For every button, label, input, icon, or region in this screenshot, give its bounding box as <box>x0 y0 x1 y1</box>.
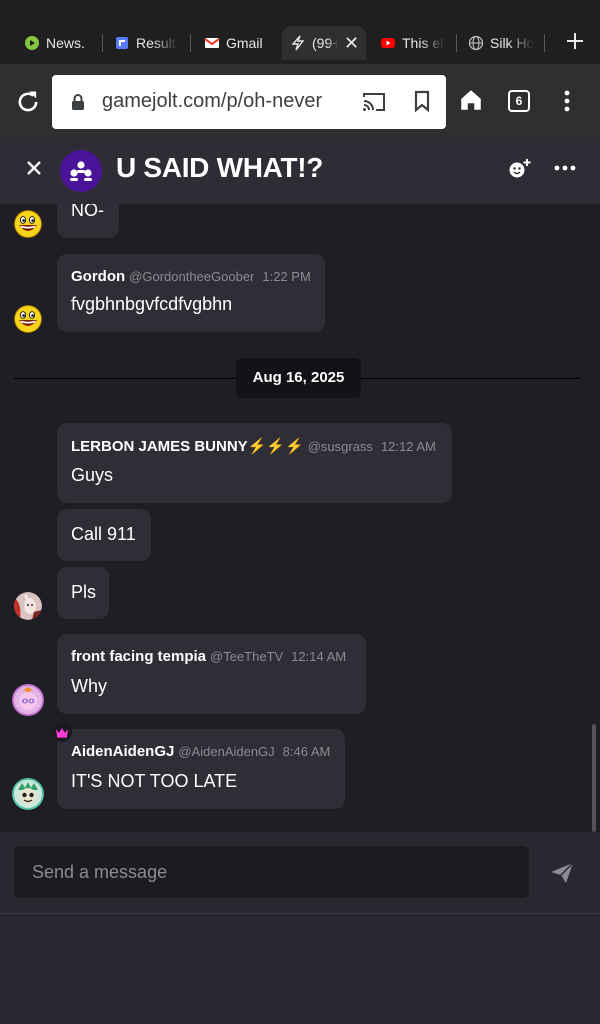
message-header: LERBON JAMES BUNNY⚡⚡⚡ @susgrass 12:12 AM <box>71 437 436 455</box>
user-avatar-awesome-face[interactable] <box>14 305 42 333</box>
message-time: 12:14 AM <box>291 649 347 664</box>
tab-separator <box>456 34 457 52</box>
tab-news[interactable]: News. <box>24 26 94 60</box>
message-text: fvgbhnbgvfcdfvgbhn <box>71 294 233 314</box>
message-list[interactable]: NO- Gordon @GordontheeGoober 1:22 PM fvgbh… <box>0 204 600 832</box>
cast-icon[interactable] <box>362 91 386 113</box>
browser-tab-strip: News. Result Gmail (99+ ✕ This el Silk H… <box>0 0 600 64</box>
message-bubble[interactable]: Call 911 <box>57 509 151 561</box>
bookmark-icon[interactable] <box>414 90 430 113</box>
author-name[interactable]: front facing tempia <box>71 648 206 665</box>
page-footer-area <box>0 915 600 1024</box>
message-bubble[interactable]: NO- <box>57 204 119 238</box>
group-avatar[interactable] <box>60 150 102 192</box>
tab-switcher-button[interactable]: 6 <box>508 90 530 112</box>
tab-gmail[interactable]: Gmail <box>204 26 268 60</box>
address-bar[interactable]: gamejolt.com/p/oh-never <box>52 75 446 129</box>
tab-silk[interactable]: Silk Ho <box>468 26 534 60</box>
author-handle[interactable]: @TeeTheTV <box>210 649 283 664</box>
date-divider-label: Aug 16, 2025 <box>236 358 361 398</box>
message-time: 8:46 AM <box>282 744 331 759</box>
message-text: IT'S NOT TOO LATE <box>71 771 238 791</box>
gmail-icon <box>204 35 220 51</box>
chat-title: U SAID WHAT!? <box>116 152 324 183</box>
home-icon[interactable] <box>458 87 484 113</box>
tab-title: News. <box>46 35 85 51</box>
user-avatar-tempia[interactable] <box>12 684 44 716</box>
message-bubble[interactable]: AidenAidenGJ @AidenAidenGJ 8:46 AM IT'S NO… <box>57 729 345 809</box>
message-bubble[interactable]: LERBON JAMES BUNNY⚡⚡⚡ @susgrass 12:12 AM G… <box>57 423 452 503</box>
message-bubble[interactable]: Gordon @GordontheeGoober 1:22 PM fvgbhnbgv… <box>57 254 325 332</box>
tab-title: Gmail <box>226 35 263 51</box>
tab-title: (99+ <box>312 35 338 51</box>
tab-title: Result <box>136 35 176 51</box>
add-member-icon[interactable] <box>506 156 532 182</box>
user-avatar-lerbon[interactable] <box>14 592 42 620</box>
rumble-icon <box>24 35 40 51</box>
message-text: Why <box>71 676 107 696</box>
message-text: Call 911 <box>71 524 136 544</box>
tab-separator <box>190 34 191 52</box>
results-icon <box>114 35 130 51</box>
user-avatar-awesome-face[interactable] <box>14 210 42 238</box>
send-button[interactable] <box>550 862 574 884</box>
author-handle[interactable]: @susgrass <box>308 439 373 454</box>
tab-title: Silk Ho <box>490 35 534 51</box>
message-input[interactable] <box>14 846 529 898</box>
more-options-icon[interactable] <box>554 160 576 171</box>
tab-separator <box>102 34 103 52</box>
message-composer <box>0 832 600 914</box>
send-icon <box>551 862 574 883</box>
tab-youtube[interactable]: This el <box>380 26 446 60</box>
tab-title: This el <box>402 35 444 51</box>
chat-header: U SAID WHAT!? <box>0 138 600 204</box>
message-scrollbar[interactable] <box>592 724 596 832</box>
close-icon <box>27 161 41 175</box>
message-text: Guys <box>71 465 114 485</box>
reload-icon[interactable] <box>14 88 42 116</box>
author-handle[interactable]: @GordontheeGoober <box>129 269 254 284</box>
crown-icon <box>52 722 72 742</box>
tab-results[interactable]: Result <box>114 26 178 60</box>
message-time: 1:22 PM <box>262 269 311 284</box>
message-bubble[interactable]: Pls <box>57 567 109 619</box>
message-text: NO- <box>71 204 104 220</box>
message-time: 12:12 AM <box>380 439 436 454</box>
gamejolt-icon <box>290 35 306 51</box>
browser-toolbar: gamejolt.com/p/oh-never 6 <box>0 64 600 138</box>
browser-menu-icon[interactable] <box>558 88 576 114</box>
globe-icon <box>468 35 484 51</box>
new-tab-icon[interactable] <box>564 30 586 52</box>
close-tab-icon[interactable]: ✕ <box>344 33 359 54</box>
url-text[interactable]: gamejolt.com/p/oh-never <box>102 90 352 113</box>
tab-separator <box>544 34 545 52</box>
author-name[interactable]: LERBON JAMES BUNNY⚡⚡⚡ <box>71 438 304 455</box>
user-avatar-aiden[interactable] <box>12 778 44 810</box>
author-name[interactable]: AidenAidenGJ <box>71 743 174 760</box>
group-icon <box>70 161 92 181</box>
tab-gamejolt-active[interactable]: (99+ ✕ <box>282 26 366 60</box>
author-handle[interactable]: @AidenAidenGJ <box>178 744 274 759</box>
author-name[interactable]: Gordon <box>71 268 125 285</box>
message-bubble[interactable]: front facing tempia @TeeTheTV 12:14 AM Why <box>57 634 366 714</box>
message-header: Gordon @GordontheeGoober 1:22 PM <box>71 268 311 285</box>
close-chat-button[interactable] <box>22 156 46 180</box>
message-header: front facing tempia @TeeTheTV 12:14 AM <box>71 648 346 665</box>
message-text: Pls <box>71 582 97 602</box>
youtube-icon <box>380 35 396 51</box>
lock-icon <box>70 93 86 111</box>
message-header: AidenAidenGJ @AidenAidenGJ 8:46 AM <box>71 743 330 760</box>
